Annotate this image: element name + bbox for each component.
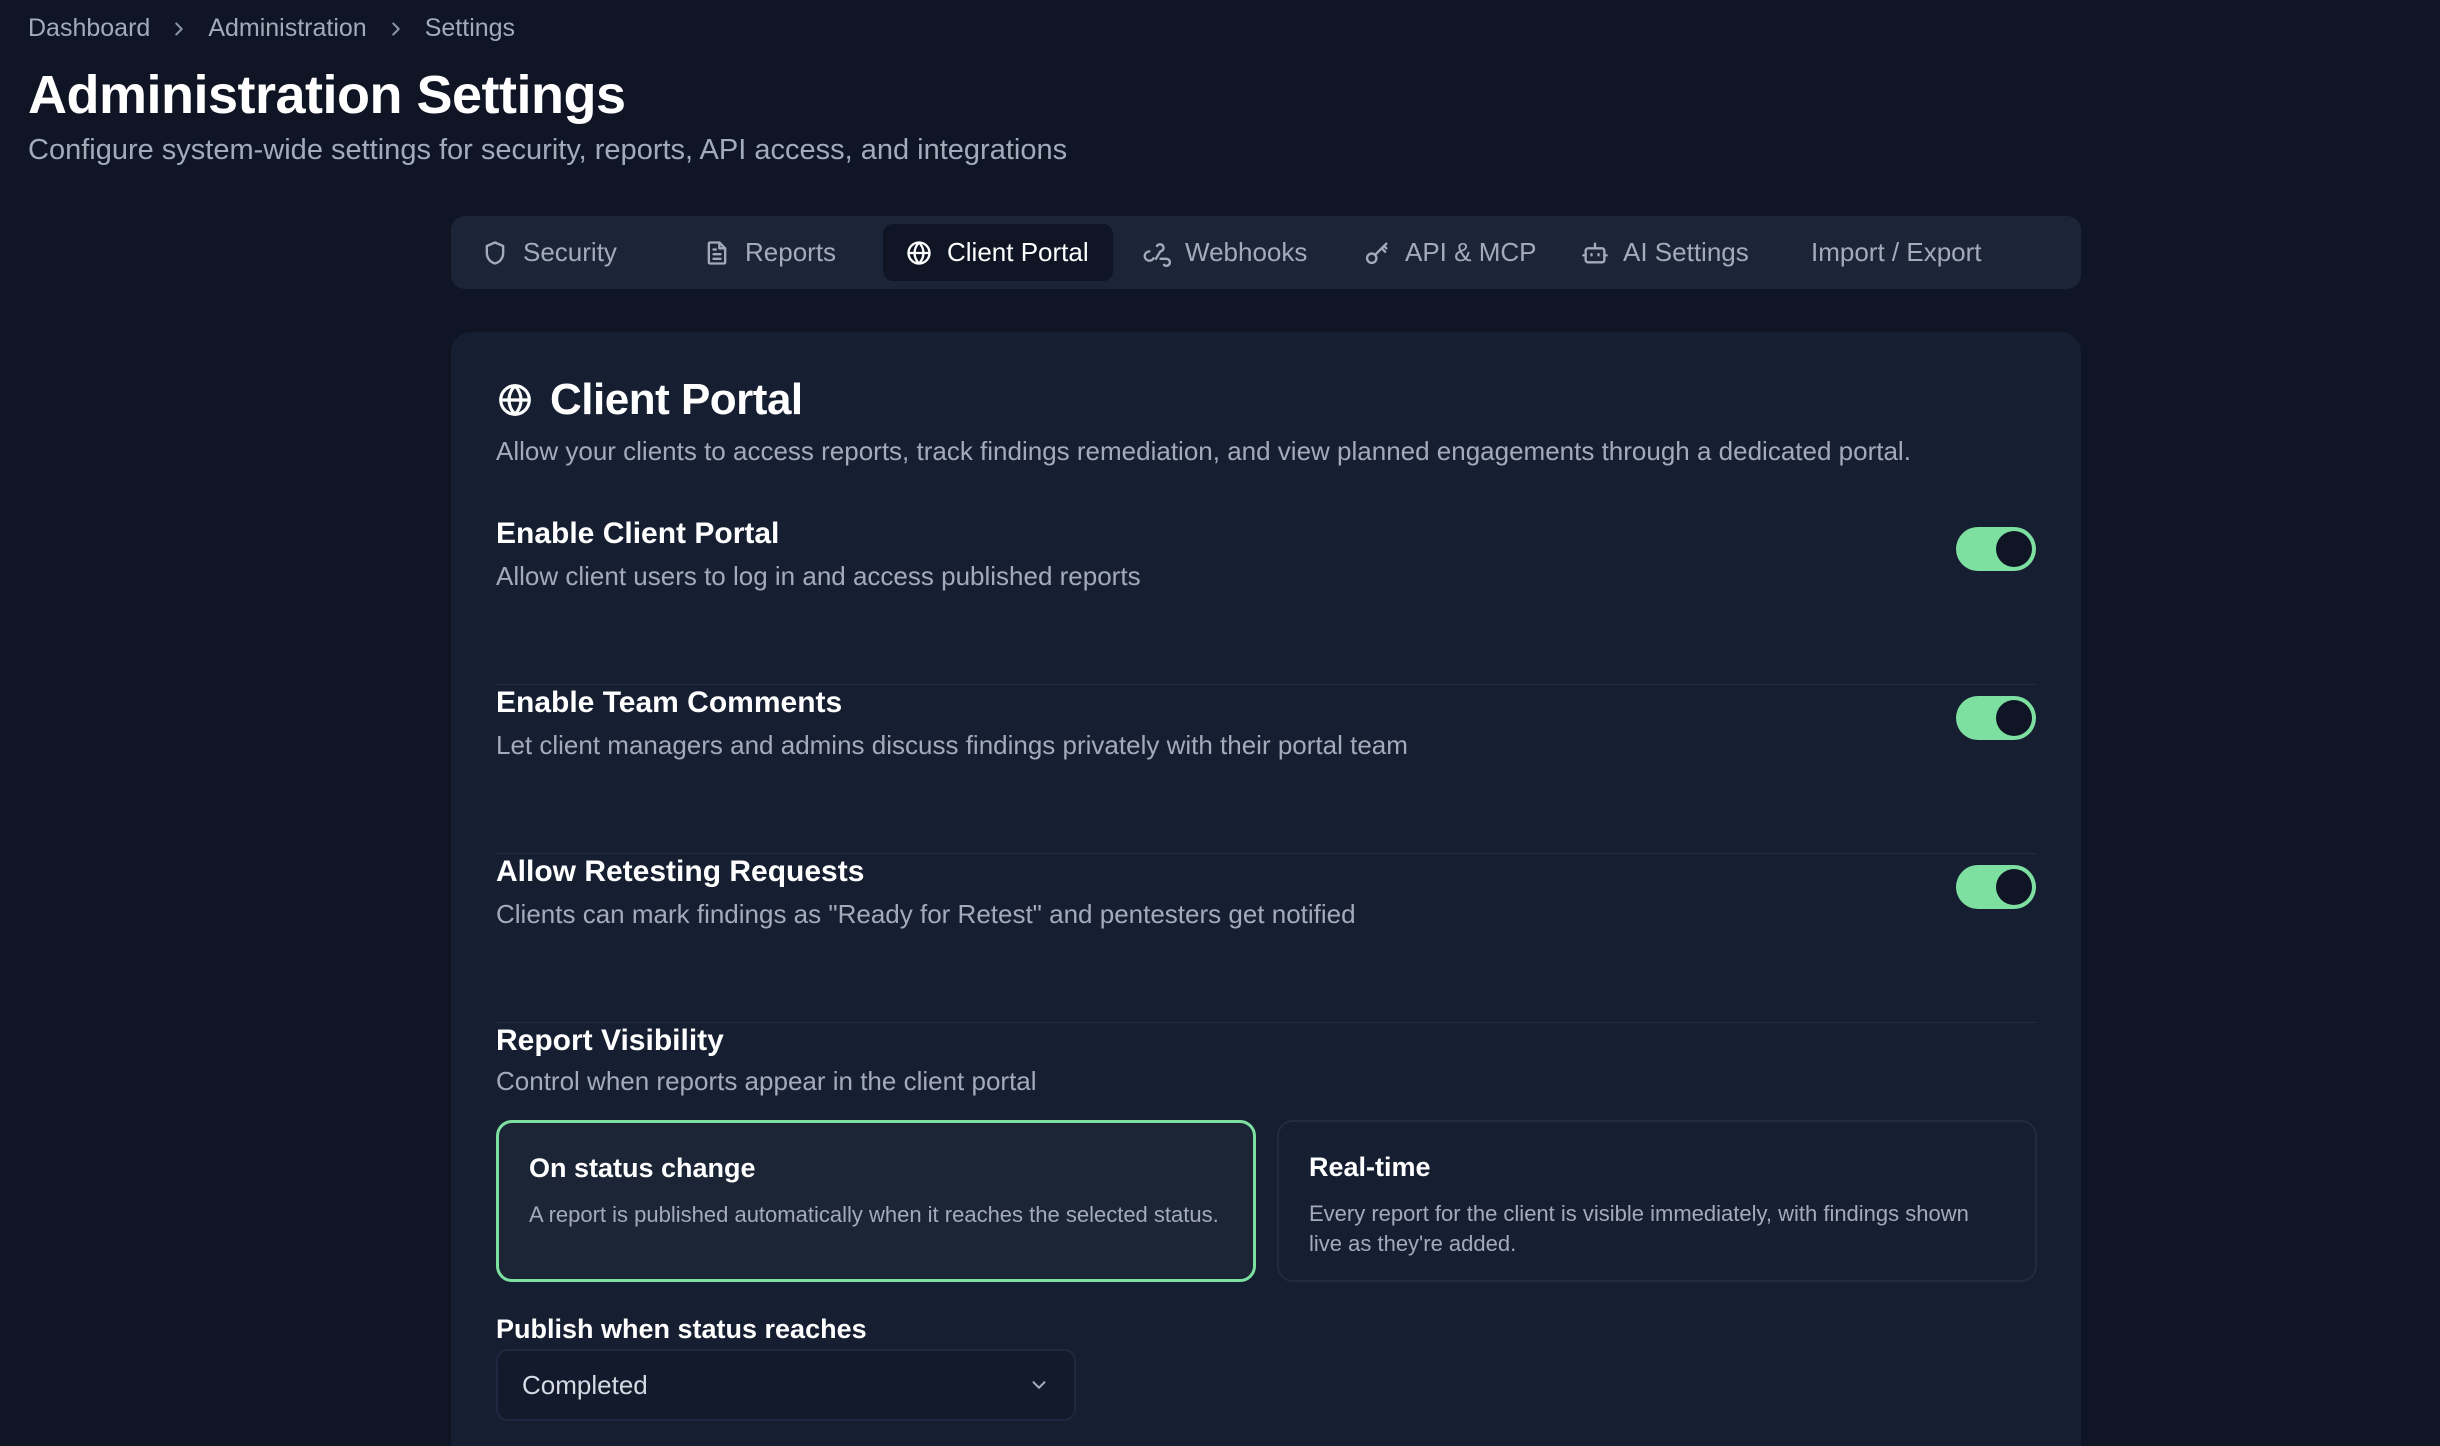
tab-client-portal-label: Client Portal	[947, 237, 1089, 267]
setting-label: Enable Client Portal	[496, 517, 780, 550]
page-title: Administration Settings	[28, 65, 626, 125]
tab-ai-settings-label: AI Settings	[1623, 237, 1749, 267]
card-title-text: Client Portal	[550, 375, 803, 424]
option-title: On status change	[529, 1153, 756, 1183]
chevron-down-icon	[1032, 1381, 1046, 1389]
toggle-knob	[1996, 700, 2032, 736]
chevron-right-icon	[385, 18, 407, 40]
tab-import-export-label: Import / Export	[1811, 237, 1982, 267]
enable-team-comments-toggle[interactable]	[1956, 696, 2036, 740]
option-description: Every report for the client is visible i…	[1309, 1201, 1969, 1256]
visibility-option-on-status-change[interactable]: On status change A report is published a…	[496, 1120, 1256, 1282]
publish-status-select[interactable]: Completed	[496, 1349, 1076, 1421]
setting-allow-retesting-requests: Allow Retesting Requests Clients can mar…	[496, 855, 2036, 1023]
card-description: Allow your clients to access reports, tr…	[496, 436, 1911, 466]
setting-label: Enable Team Comments	[496, 686, 843, 719]
key-icon	[1365, 242, 1388, 264]
settings-tabs: Security Reports Client Portal Webhooks …	[451, 216, 2081, 289]
bot-icon	[1582, 242, 1608, 263]
setting-enable-client-portal: Enable Client Portal Allow client users …	[496, 517, 2036, 685]
webhook-icon	[1143, 242, 1171, 267]
setting-label: Allow Retesting Requests	[496, 855, 865, 888]
tab-client-portal[interactable]: Client Portal	[883, 224, 1113, 281]
toggle-knob	[1996, 869, 2032, 905]
option-title: Real-time	[1309, 1152, 1431, 1182]
document-icon	[707, 240, 727, 265]
chevron-right-icon	[168, 18, 190, 40]
tab-api-mcp-label: API & MCP	[1405, 237, 1537, 267]
tab-security[interactable]: Security	[459, 224, 639, 281]
breadcrumb-dashboard[interactable]: Dashboard	[28, 14, 150, 43]
tab-security-label: Security	[523, 237, 617, 267]
setting-help: Allow client users to log in and access …	[496, 561, 1141, 591]
shield-icon	[485, 240, 505, 265]
globe-icon	[499, 384, 531, 416]
globe-icon	[907, 240, 931, 265]
publish-status-label: Publish when status reaches	[496, 1314, 867, 1344]
tab-reports-label: Reports	[745, 237, 837, 267]
setting-enable-team-comments: Enable Team Comments Let client managers…	[496, 686, 2036, 854]
option-description: A report is published automatically when…	[529, 1202, 1219, 1227]
tab-reports[interactable]: Reports	[681, 224, 881, 281]
tab-import-export[interactable]: Import / Export	[1789, 224, 2004, 281]
toggle-knob	[1996, 531, 2032, 567]
publish-status-value: Completed	[522, 1369, 648, 1400]
client-portal-card: Client Portal Allow your clients to acce…	[451, 332, 2081, 1446]
tab-ai-settings[interactable]: AI Settings	[1559, 224, 1779, 281]
tab-webhooks[interactable]: Webhooks	[1121, 224, 1331, 281]
setting-help: Clients can mark findings as "Ready for …	[496, 899, 1356, 929]
allow-retesting-requests-toggle[interactable]	[1956, 865, 2036, 909]
card-title: Client Portal	[496, 375, 803, 425]
visibility-option-real-time[interactable]: Real-time Every report for the client is…	[1277, 1120, 2037, 1282]
setting-help: Let client managers and admins discuss f…	[496, 730, 1408, 760]
breadcrumb-administration[interactable]: Administration	[208, 14, 366, 43]
report-visibility-label: Report Visibility	[496, 1024, 724, 1057]
page-subtitle: Configure system-wide settings for secur…	[28, 134, 1068, 166]
breadcrumb: Dashboard Administration Settings	[28, 14, 515, 43]
admin-settings-page: Dashboard Administration Settings Admini…	[0, 0, 2440, 1446]
enable-client-portal-toggle[interactable]	[1956, 527, 2036, 571]
breadcrumb-settings: Settings	[424, 14, 516, 42]
report-visibility-help: Control when reports appear in the clien…	[496, 1066, 1037, 1096]
tab-api-mcp[interactable]: API & MCP	[1341, 224, 1551, 281]
tab-webhooks-label: Webhooks	[1185, 237, 1308, 267]
